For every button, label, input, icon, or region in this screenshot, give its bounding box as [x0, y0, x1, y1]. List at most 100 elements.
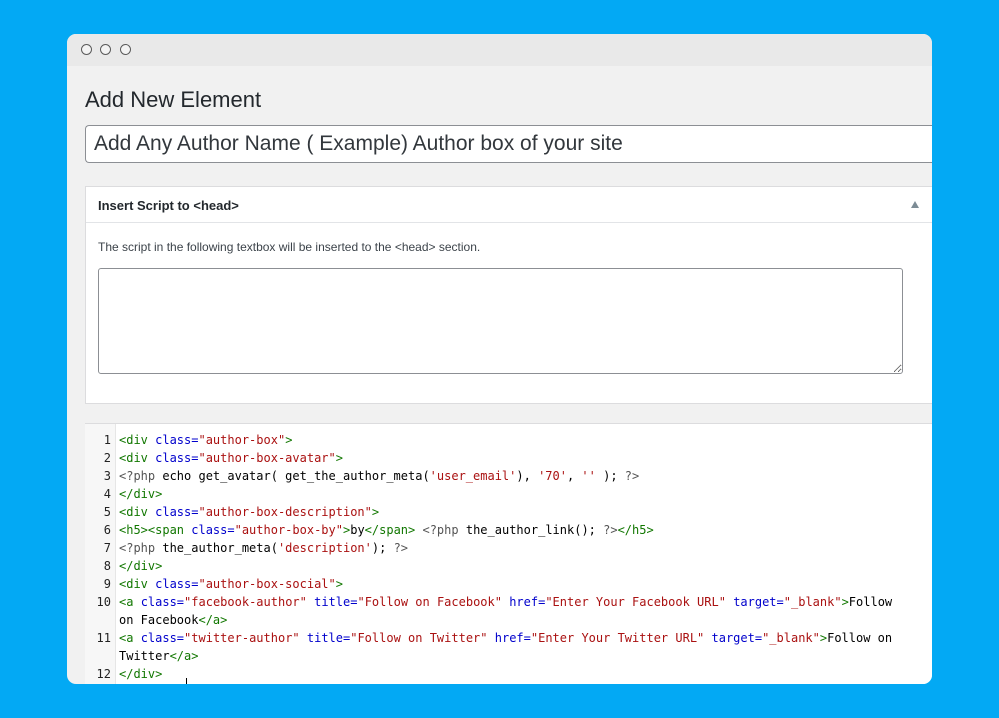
code-token: <?php: [119, 541, 163, 555]
close-dot[interactable]: [81, 44, 92, 55]
code-token: </div>: [119, 559, 163, 573]
head-box-header[interactable]: Insert Script to <head>: [86, 187, 932, 223]
code-token: <div: [119, 505, 156, 519]
code-token: target=: [711, 631, 763, 645]
code-line[interactable]: 1 <div class="author-box">: [85, 431, 932, 449]
code-line[interactable]: 9 <div class="author-box-social">: [85, 575, 932, 593]
code-token: class=: [155, 577, 199, 591]
code-token: >: [841, 595, 849, 609]
code-token: class=: [191, 523, 235, 537]
code-token: >: [335, 451, 343, 465]
line-number: 2: [103, 451, 111, 465]
code-token: "twitter-author": [184, 631, 300, 645]
line-content: </div>: [119, 485, 913, 503]
code-line[interactable]: 5 <div class="author-box-description">: [85, 503, 932, 521]
code-lines: 1 <div class="author-box"> 2 <div class="au…: [85, 431, 932, 683]
code-token: <a: [119, 631, 141, 645]
line-number: 3: [103, 469, 111, 483]
line-content: <div class="author-box-avatar">: [119, 449, 913, 467]
code-token: <?php: [119, 469, 163, 483]
code-token: "_blank": [783, 595, 842, 609]
code-token: '': [581, 469, 596, 483]
code-token: "author-box": [198, 433, 286, 447]
code-token: ?>: [603, 523, 618, 537]
line-number: 11: [96, 631, 111, 645]
line-content: <?php the_author_meta('description'); ?>: [119, 539, 913, 557]
code-token: </h5>: [617, 523, 654, 537]
code-token: title=: [314, 595, 358, 609]
code-token: <h5><span: [119, 523, 192, 537]
line-number: 6: [103, 523, 111, 537]
line-content: <a class="facebook-author" title="Follow…: [119, 593, 913, 629]
line-content: <div class="author-box-description">: [119, 503, 913, 521]
code-token: </a>: [198, 613, 228, 627]
code-token: ),: [516, 469, 539, 483]
triangle-up-icon[interactable]: [911, 201, 919, 208]
line-number: 10: [96, 595, 111, 609]
code-line[interactable]: 7 <?php the_author_meta('description'); ?…: [85, 539, 932, 557]
line-number: 1: [103, 433, 111, 447]
code-line[interactable]: 2 <div class="author-box-avatar">: [85, 449, 932, 467]
code-token: href=: [509, 595, 546, 609]
code-token: "Enter Your Facebook URL": [545, 595, 726, 609]
code-token: the_author_meta(: [162, 541, 278, 555]
code-token: >: [335, 577, 343, 591]
code-token: '70': [538, 469, 567, 483]
code-token: "author-box-avatar": [198, 451, 336, 465]
code-token: </div>: [119, 667, 163, 681]
code-editor[interactable]: 1 <div class="author-box"> 2 <div class="au…: [85, 423, 932, 684]
code-token: "_blank": [762, 631, 820, 645]
head-box-title: Insert Script to <head>: [98, 198, 239, 213]
code-line[interactable]: 10 <a class="facebook-author" title="Foll…: [85, 593, 932, 629]
code-token: "author-box-social": [198, 577, 336, 591]
code-token: >: [285, 433, 293, 447]
code-line[interactable]: 3 <?php echo get_avatar( get_the_author_m…: [85, 467, 932, 485]
code-token: by: [350, 523, 365, 537]
code-token: </a>: [169, 649, 199, 663]
code-line[interactable]: 11 <a class="twitter-author" title="Follo…: [85, 629, 932, 665]
line-number: 4: [103, 487, 111, 501]
code-token: );: [595, 469, 625, 483]
code-line[interactable]: 6 <h5><span class="author-box-by">by</spa…: [85, 521, 932, 539]
code-token: </div>: [119, 487, 163, 501]
code-token: 'description': [277, 541, 372, 555]
head-box-description: The script in the following textbox will…: [98, 240, 481, 254]
code-line[interactable]: 8 </div>: [85, 557, 932, 575]
code-token: "facebook-author": [184, 595, 307, 609]
line-number: 8: [103, 559, 111, 573]
line-content: <div class="author-box">: [119, 431, 913, 449]
code-token: "Follow on Twitter": [350, 631, 488, 645]
code-token: "Follow on Facebook": [357, 595, 502, 609]
code-token: the_author_link();: [465, 523, 604, 537]
head-script-textarea[interactable]: [98, 268, 903, 374]
line-number: 9: [103, 577, 111, 591]
code-token: "author-box-by": [234, 523, 343, 537]
code-token: class=: [155, 451, 199, 465]
code-token: echo get_avatar( get_the_author_meta(: [162, 469, 430, 483]
code-token: 'user_email': [429, 469, 517, 483]
line-number: 12: [96, 667, 111, 681]
text-cursor: [186, 678, 187, 684]
line-content: <?php echo get_avatar( get_the_author_me…: [119, 467, 913, 485]
code-token: <div: [119, 451, 156, 465]
line-content: </div>: [119, 557, 913, 575]
code-line[interactable]: 4 </div>: [85, 485, 932, 503]
code-token: class=: [155, 433, 199, 447]
minimize-dot[interactable]: [100, 44, 111, 55]
code-token: "author-box-description": [198, 505, 372, 519]
line-content: <h5><span class="author-box-by">by</span…: [119, 521, 913, 539]
code-line[interactable]: 12 </div>: [85, 665, 932, 683]
code-token: ,: [566, 469, 582, 483]
code-token: class=: [140, 595, 185, 609]
code-token: <div: [119, 577, 156, 591]
code-token: target=: [733, 595, 784, 609]
code-token: <div: [119, 433, 156, 447]
code-token: >: [371, 505, 380, 519]
code-token: class=: [140, 631, 185, 645]
window-titlebar: [67, 34, 932, 66]
line-content: <div class="author-box-social">: [119, 575, 913, 593]
element-title-input[interactable]: [85, 125, 932, 163]
maximize-dot[interactable]: [120, 44, 131, 55]
